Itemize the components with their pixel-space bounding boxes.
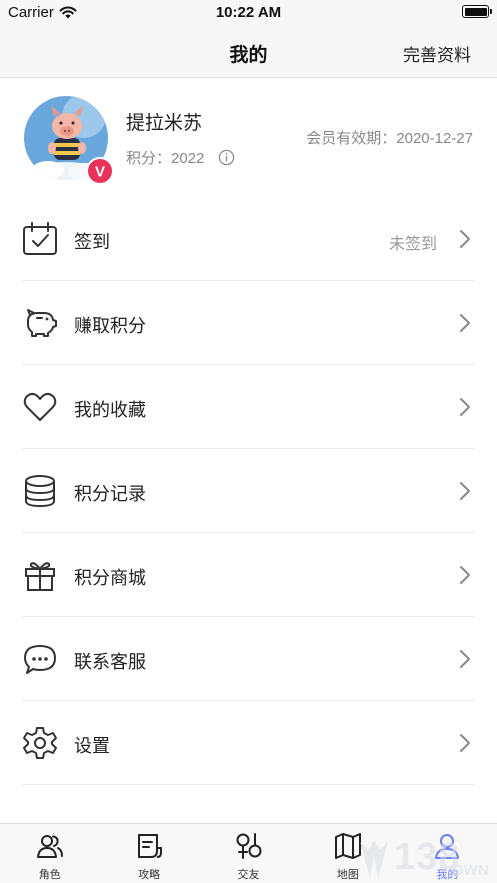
check-in-status: 未签到: [388, 236, 437, 253]
battery-icon: [462, 5, 492, 18]
vip-badge-icon: V: [85, 156, 115, 191]
tab-map[interactable]: 地图: [298, 824, 397, 883]
guide-icon: [138, 834, 163, 858]
map-icon: [334, 833, 361, 859]
points-row: 积分：2022: [126, 147, 235, 168]
menu-item-check-in[interactable]: 签到 未签到: [0, 197, 497, 281]
menu-label: 积分商城: [74, 568, 146, 588]
menu-label: 我的收藏: [74, 400, 146, 420]
tab-label: 地图: [336, 869, 359, 881]
tab-bar: 角色 攻略 交友 地图 我的: [0, 823, 497, 883]
menu-label: 赚取积分: [74, 316, 146, 336]
gift-icon: [25, 562, 55, 591]
clock: 10:22 AM: [215, 4, 282, 21]
chat-bubble-icon: [24, 645, 56, 674]
tab-guides[interactable]: 攻略: [99, 824, 198, 883]
edit-profile-button[interactable]: 完善资料: [403, 41, 471, 66]
people-icon: [36, 835, 63, 858]
chevron-right-icon: [460, 734, 470, 752]
menu-label: 积分记录: [74, 484, 146, 504]
status-bar: Carrier 10:22 AM: [0, 0, 497, 26]
person-icon: [435, 834, 460, 859]
menu-label: 设置: [74, 736, 110, 756]
info-icon[interactable]: [218, 149, 235, 166]
menu-item-points-mall[interactable]: 积分商城: [0, 533, 497, 617]
tab-label: 我的: [436, 869, 459, 881]
membership-expiry: 会员有效期：2020-12-27: [306, 130, 473, 147]
menu-label: 签到: [74, 232, 110, 252]
svg-text:V: V: [95, 164, 105, 181]
chevron-right-icon: [460, 482, 470, 500]
profile-card: 提拉米苏 积分：2022 会员有效期：2020-12-27: [0, 79, 497, 197]
menu-item-earn-points[interactable]: 赚取积分: [0, 281, 497, 365]
menu-item-customer-service[interactable]: 联系客服: [0, 617, 497, 701]
piggy-bank-icon: [27, 309, 57, 337]
gear-icon: [23, 727, 57, 759]
points-text: 积分：2022: [126, 150, 205, 167]
gender-icon: [236, 833, 262, 859]
tab-roles[interactable]: 角色: [0, 824, 99, 883]
tab-label: 交友: [237, 869, 260, 881]
menu-label: 联系客服: [74, 652, 146, 672]
database-icon: [25, 475, 55, 508]
chevron-right-icon: [460, 650, 470, 668]
tab-label: 攻略: [138, 869, 161, 881]
chevron-right-icon: [460, 314, 470, 332]
tab-label: 角色: [38, 869, 61, 881]
menu-list: 签到 未签到 赚取积分 我的收藏 积分记录 积分商城 联系客服 设置: [0, 197, 497, 785]
nav-bar: 我的 完善资料: [0, 26, 497, 78]
chevron-right-icon: [460, 566, 470, 584]
username: 提拉米苏: [126, 113, 203, 134]
chevron-right-icon: [460, 230, 470, 248]
heart-icon: [23, 392, 57, 421]
menu-item-settings[interactable]: 设置: [0, 701, 497, 785]
menu-item-points-history[interactable]: 积分记录: [0, 449, 497, 533]
chevron-right-icon: [460, 398, 470, 416]
menu-item-favorites[interactable]: 我的收藏: [0, 365, 497, 449]
tab-social[interactable]: 交友: [199, 824, 298, 883]
calendar-check-icon: [23, 222, 57, 255]
tab-mine[interactable]: 我的: [398, 824, 497, 883]
